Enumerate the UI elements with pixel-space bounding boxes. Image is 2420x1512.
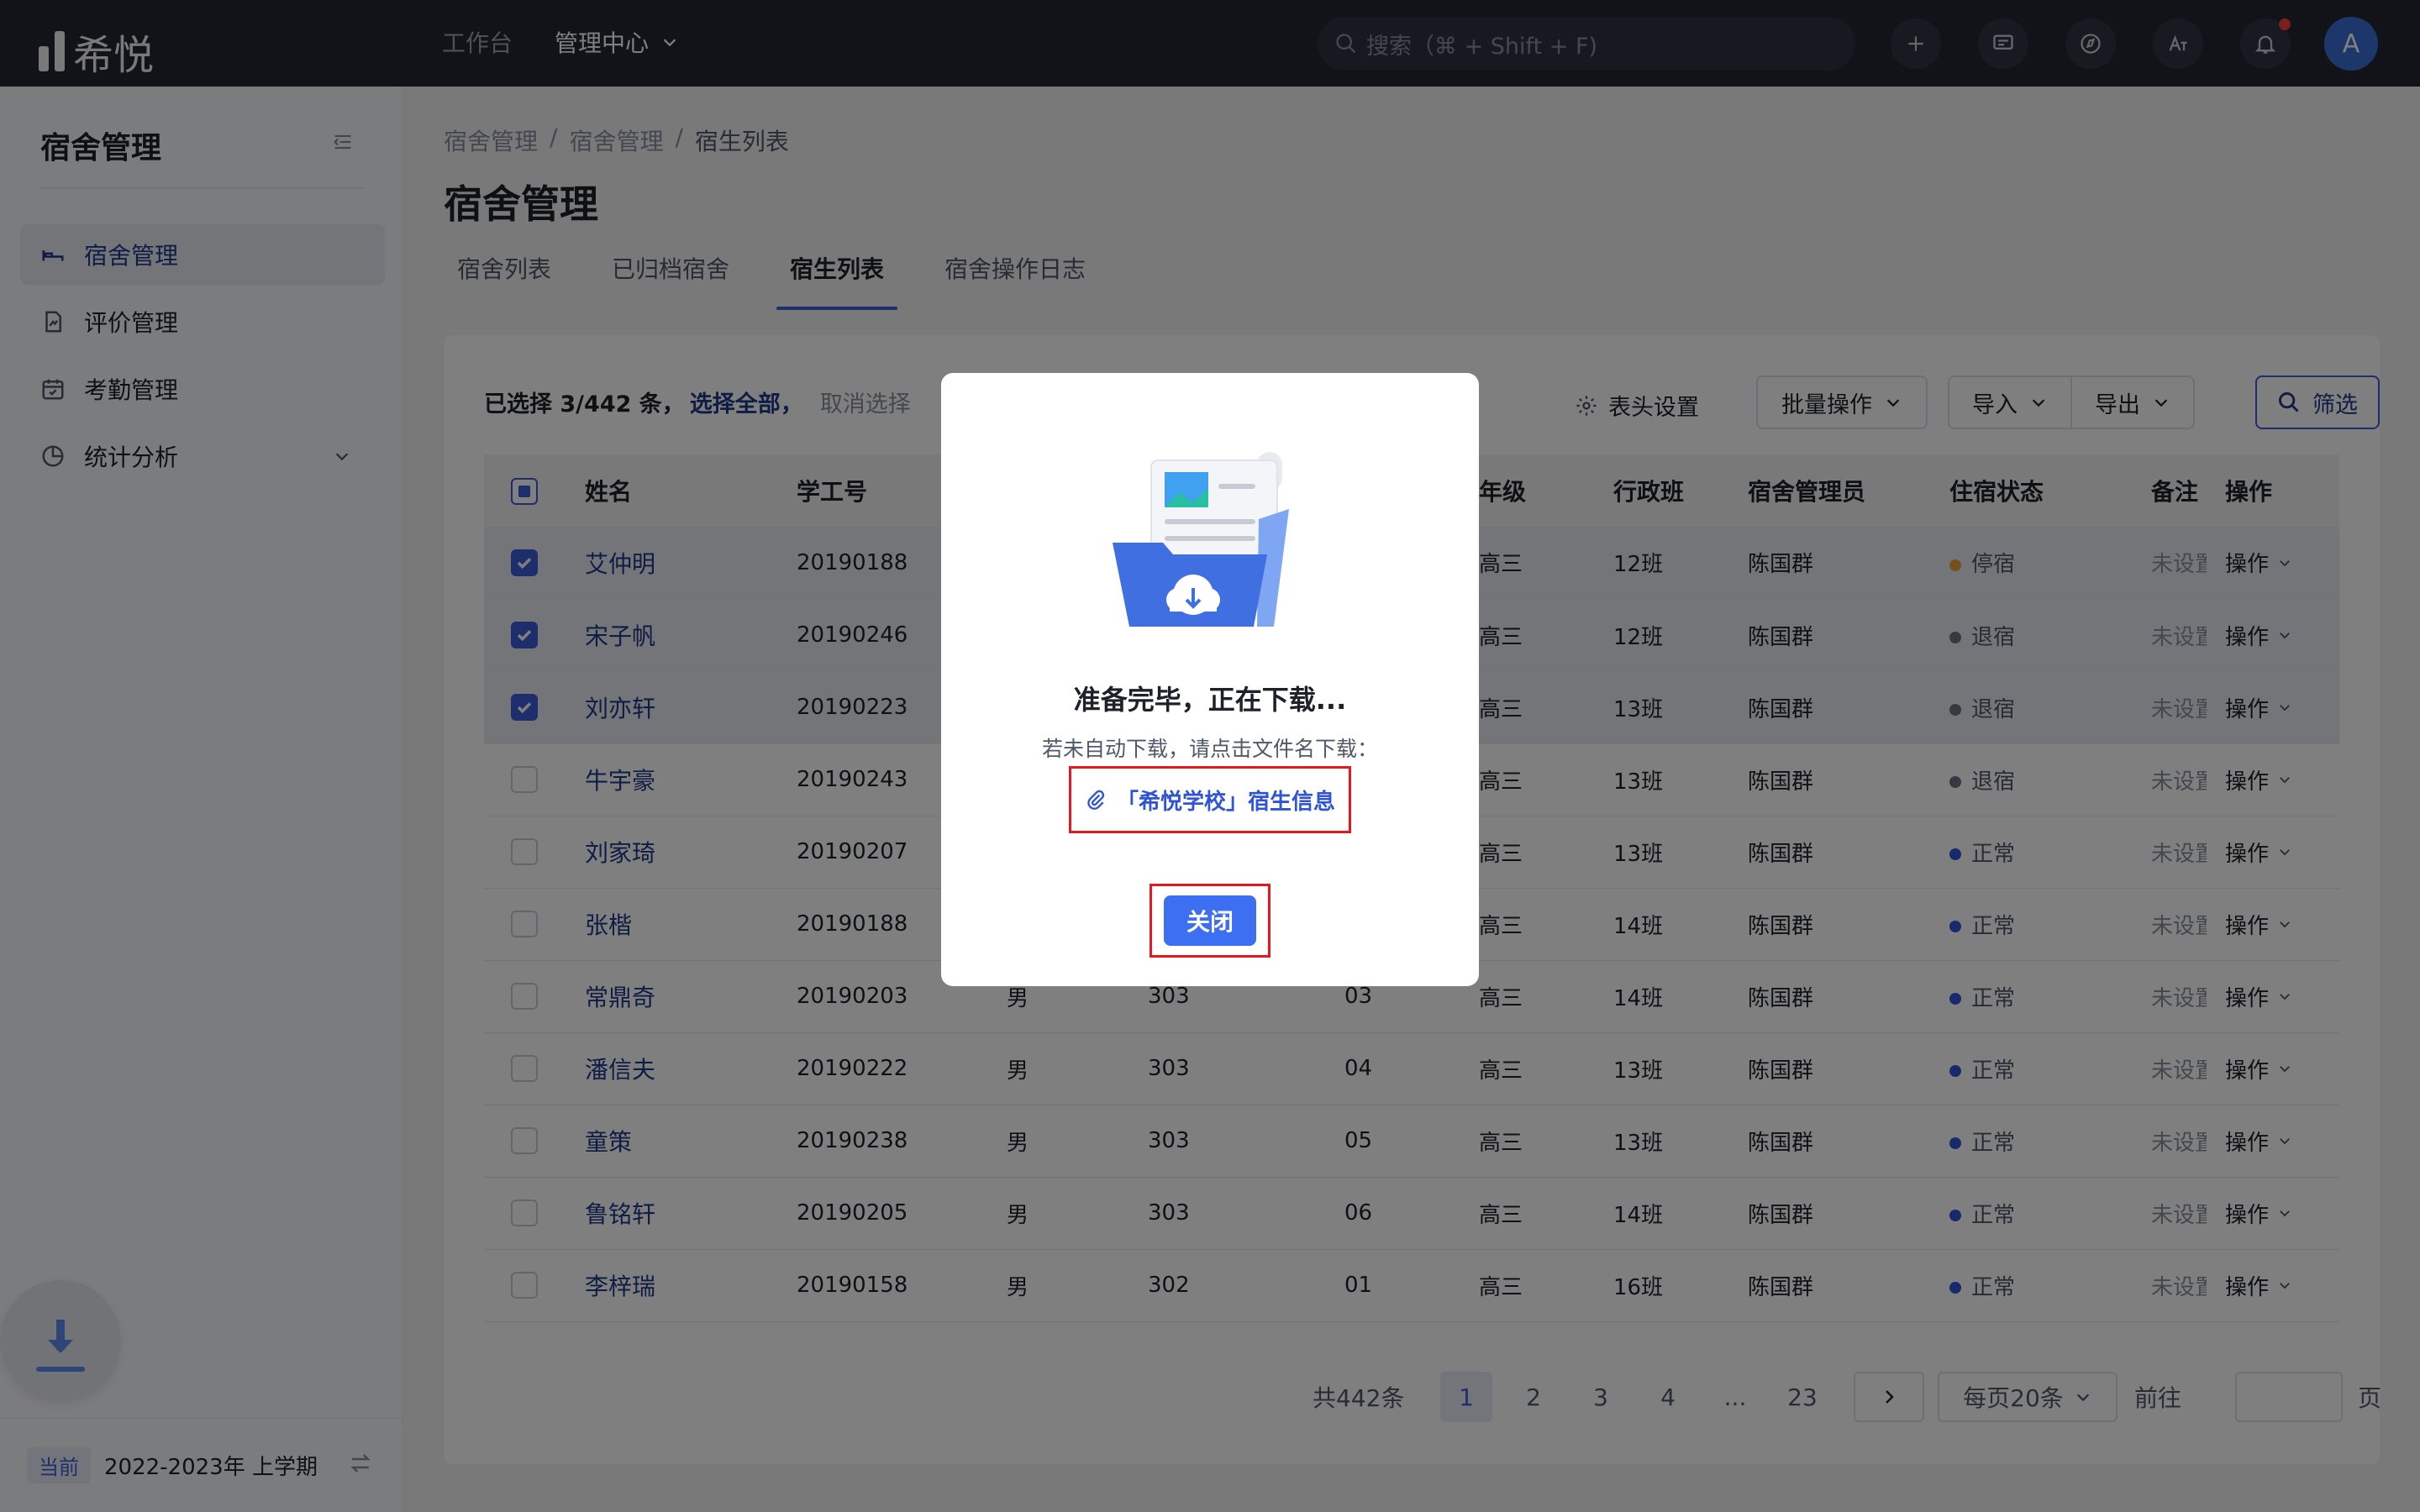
download-dialog: 准备完毕，正在下载... 若未自动下载，请点击文件名下载： 「希悦学校」宿生信息… bbox=[941, 373, 1479, 986]
download-file-link[interactable]: 「希悦学校」宿生信息 bbox=[1069, 766, 1351, 833]
dialog-title: 准备完毕，正在下载... bbox=[1073, 684, 1347, 716]
close-button[interactable]: 关闭 bbox=[1164, 895, 1256, 946]
dialog-description: 若未自动下载，请点击文件名下载： bbox=[1041, 737, 1378, 761]
paperclip-icon bbox=[1087, 790, 1105, 810]
close-button-highlight: 关闭 bbox=[1150, 884, 1270, 958]
folder-download-icon bbox=[1113, 452, 1289, 627]
file-name: 「希悦学校」宿生信息 bbox=[1116, 789, 1335, 815]
